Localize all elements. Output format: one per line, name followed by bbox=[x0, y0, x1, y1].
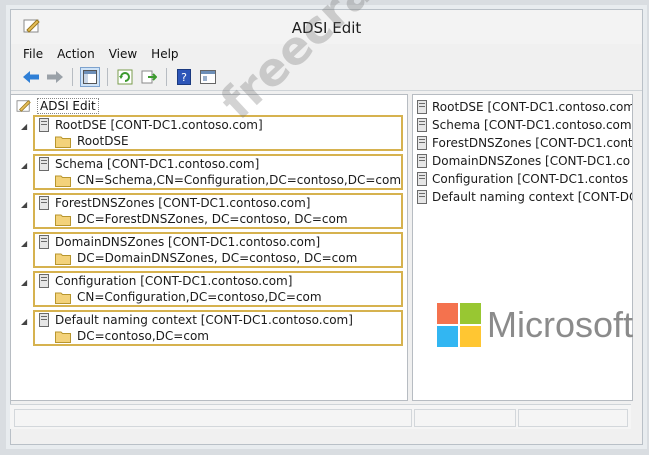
properties-icon[interactable] bbox=[198, 67, 218, 87]
folder-icon bbox=[55, 331, 71, 343]
tree-node-forestdnszones[interactable]: ◢ ForestDNSZones [CONT-DC1.contoso.com] … bbox=[21, 193, 403, 229]
toolbar-separator bbox=[166, 68, 167, 86]
expand-arrow-icon[interactable]: ◢ bbox=[21, 122, 27, 131]
toolbar-separator bbox=[72, 68, 73, 86]
list-item[interactable]: Default naming context [CONT-DC bbox=[417, 188, 633, 206]
node-label: ForestDNSZones [CONT-DC1.contoso.com] bbox=[55, 196, 311, 210]
tree-node-schema[interactable]: ◢ Schema [CONT-DC1.contoso.com] CN=Schem… bbox=[21, 154, 403, 190]
status-cell bbox=[518, 409, 628, 427]
server-icon bbox=[39, 196, 49, 210]
folder-icon bbox=[55, 136, 71, 148]
list-item-label: DomainDNSZones [CONT-DC1.co bbox=[432, 154, 631, 168]
server-icon bbox=[417, 172, 427, 186]
folder-icon bbox=[55, 214, 71, 226]
console-tree-icon[interactable] bbox=[80, 67, 100, 87]
status-cell bbox=[14, 409, 412, 427]
title-bar: ADSI Edit bbox=[11, 10, 642, 44]
svg-text:?: ? bbox=[181, 71, 187, 84]
export-list-icon[interactable] bbox=[139, 67, 159, 87]
details-pane[interactable]: RootDSE [CONT-DC1.contoso.com Schema [CO… bbox=[412, 94, 633, 401]
panes: ADSI Edit ◢ RootDSE [CONT-DC1.contoso.co… bbox=[10, 94, 633, 401]
console-tree-pane[interactable]: ADSI Edit ◢ RootDSE [CONT-DC1.contoso.co… bbox=[10, 94, 408, 401]
expand-arrow-icon[interactable]: ◢ bbox=[21, 278, 27, 287]
back-arrow-icon[interactable] bbox=[21, 67, 41, 87]
node-child-label[interactable]: CN=Schema,CN=Configuration,DC=contoso,DC… bbox=[77, 173, 401, 187]
folder-icon bbox=[55, 253, 71, 265]
server-icon bbox=[417, 190, 427, 204]
node-label: Schema [CONT-DC1.contoso.com] bbox=[55, 157, 260, 171]
window-title: ADSI Edit bbox=[291, 19, 362, 37]
expand-arrow-icon[interactable]: ◢ bbox=[21, 239, 27, 248]
menu-file[interactable]: File bbox=[23, 47, 43, 61]
tree-node-domaindnszones[interactable]: ◢ DomainDNSZones [CONT-DC1.contoso.com] … bbox=[21, 232, 403, 268]
expand-arrow-icon[interactable]: ◢ bbox=[21, 161, 27, 170]
node-label: Configuration [CONT-DC1.contoso.com] bbox=[55, 274, 293, 288]
tree-root-label: ADSI Edit bbox=[37, 98, 99, 114]
tree-node-rootdse[interactable]: ◢ RootDSE [CONT-DC1.contoso.com] RootDSE bbox=[21, 115, 403, 151]
list-item[interactable]: ForestDNSZones [CONT-DC1.conto bbox=[417, 134, 633, 152]
list-item-label: ForestDNSZones [CONT-DC1.conto bbox=[432, 136, 633, 150]
node-child-label[interactable]: CN=Configuration,DC=contoso,DC=com bbox=[77, 290, 322, 304]
list-item-label: Default naming context [CONT-DC bbox=[432, 190, 633, 204]
list-item[interactable]: DomainDNSZones [CONT-DC1.co bbox=[417, 152, 632, 170]
list-item-label: RootDSE [CONT-DC1.contoso.com bbox=[432, 100, 633, 114]
folder-icon bbox=[55, 292, 71, 304]
expand-arrow-icon[interactable]: ◢ bbox=[21, 200, 27, 209]
node-label: Default naming context [CONT-DC1.contoso… bbox=[55, 313, 353, 327]
server-icon bbox=[417, 118, 427, 132]
menu-view[interactable]: View bbox=[109, 47, 137, 61]
server-icon bbox=[39, 157, 49, 171]
server-icon bbox=[417, 136, 427, 150]
tree-node-configuration[interactable]: ◢ Configuration [CONT-DC1.contoso.com] C… bbox=[21, 271, 403, 307]
server-icon bbox=[39, 274, 49, 288]
list-item-label: Configuration [CONT-DC1.contos bbox=[432, 172, 629, 186]
menu-bar: File Action View Help bbox=[11, 44, 642, 64]
refresh-icon[interactable] bbox=[115, 67, 135, 87]
toolbar: ? bbox=[11, 64, 642, 91]
node-child-label[interactable]: DC=DomainDNSZones, DC=contoso, DC=com bbox=[77, 251, 357, 265]
server-icon bbox=[417, 100, 427, 114]
node-label: DomainDNSZones [CONT-DC1.contoso.com] bbox=[55, 235, 321, 249]
list-item[interactable]: Configuration [CONT-DC1.contos bbox=[417, 170, 632, 188]
server-icon bbox=[39, 313, 49, 327]
list-item[interactable]: RootDSE [CONT-DC1.contoso.com bbox=[417, 98, 633, 116]
forward-arrow-icon[interactable] bbox=[45, 67, 65, 87]
menu-action[interactable]: Action bbox=[57, 47, 95, 61]
toolbar-separator bbox=[107, 68, 108, 86]
server-icon bbox=[39, 235, 49, 249]
list-item-label: Schema [CONT-DC1.contoso.com bbox=[432, 118, 632, 132]
list-item[interactable]: Schema [CONT-DC1.contoso.com bbox=[417, 116, 632, 134]
tree-root[interactable]: ADSI Edit bbox=[15, 98, 99, 114]
node-label: RootDSE [CONT-DC1.contoso.com] bbox=[55, 118, 263, 132]
node-child-label[interactable]: RootDSE bbox=[77, 134, 129, 148]
details-list: RootDSE [CONT-DC1.contoso.com Schema [CO… bbox=[417, 98, 633, 206]
status-bar bbox=[10, 404, 631, 429]
node-child-label[interactable]: DC=contoso,DC=com bbox=[77, 329, 209, 343]
help-icon[interactable]: ? bbox=[174, 67, 194, 87]
node-child-label[interactable]: DC=ForestDNSZones, DC=contoso, DC=com bbox=[77, 212, 348, 226]
expand-arrow-icon[interactable]: ◢ bbox=[21, 317, 27, 326]
menu-help[interactable]: Help bbox=[151, 47, 178, 61]
tree-node-default-naming-context[interactable]: ◢ Default naming context [CONT-DC1.conto… bbox=[21, 310, 403, 346]
adsi-edit-root-icon bbox=[16, 100, 31, 112]
folder-icon bbox=[55, 175, 71, 187]
server-icon bbox=[39, 118, 49, 132]
status-cell bbox=[414, 409, 516, 427]
server-icon bbox=[417, 154, 427, 168]
